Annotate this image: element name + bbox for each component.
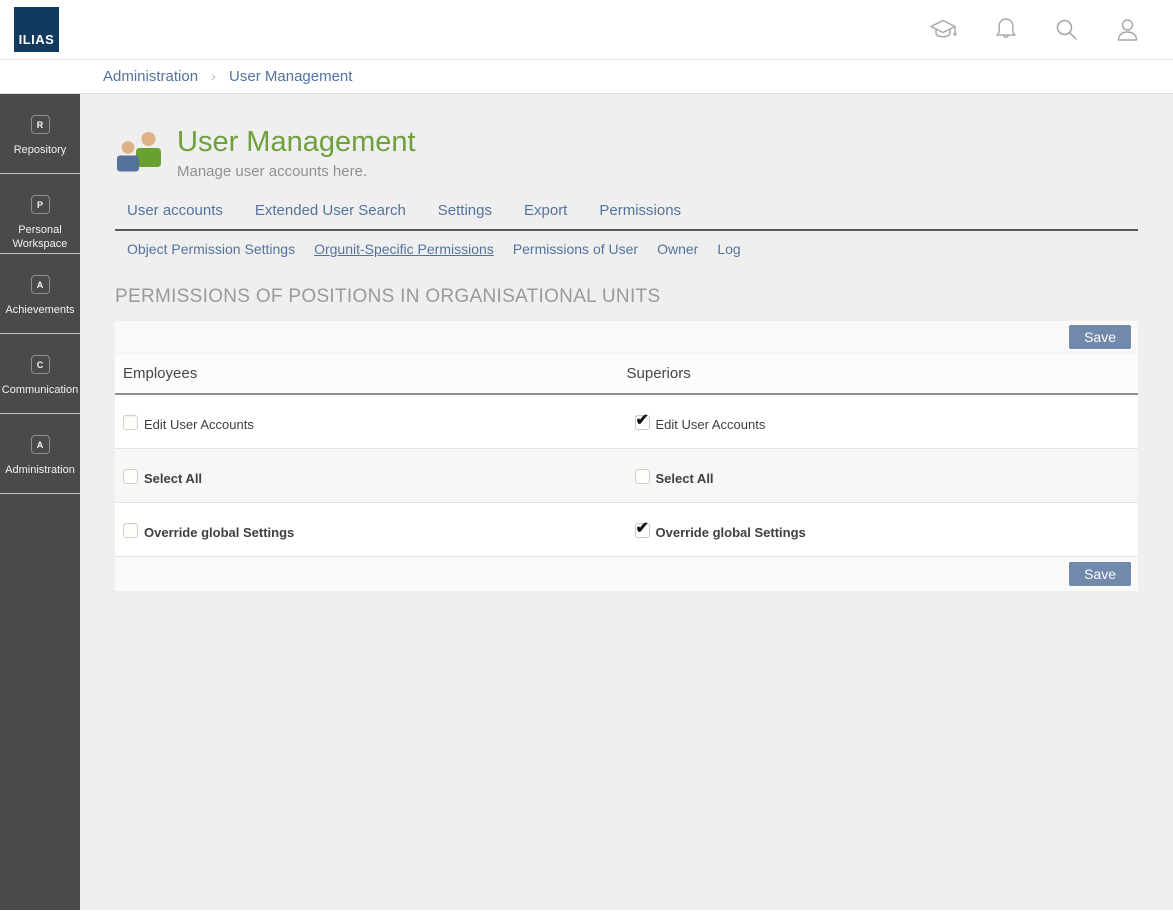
column-header-employees: Employees xyxy=(123,365,627,382)
checkbox-employees-edit-user-accounts[interactable] xyxy=(123,415,138,430)
bell-icon[interactable] xyxy=(994,16,1018,43)
chevron-right-icon: › xyxy=(211,68,216,85)
personal-workspace-icon: P xyxy=(31,195,50,214)
permissions-table: Save Employees Superiors Edit User Accou… xyxy=(115,321,1138,591)
checkbox-superiors-override-global-settings[interactable] xyxy=(635,523,650,538)
breadcrumb: Administration › User Management xyxy=(0,60,1173,94)
page-subtitle: Manage user accounts here. xyxy=(177,163,416,180)
sidebar-item-label: Administration xyxy=(3,463,77,477)
checkbox-employees-select-all[interactable] xyxy=(123,469,138,484)
two-users-icon xyxy=(115,129,165,175)
search-icon[interactable] xyxy=(1054,17,1079,42)
column-header-superiors: Superiors xyxy=(627,365,1131,382)
page-header: User Management Manage user accounts her… xyxy=(115,126,1138,180)
repository-icon: R xyxy=(31,115,50,134)
user-icon[interactable] xyxy=(1115,17,1140,43)
breadcrumb-administration[interactable]: Administration xyxy=(103,68,198,85)
table-row: Select All Select All xyxy=(115,449,1138,503)
sidebar-item-label: Communication xyxy=(0,383,80,397)
tab-user-accounts[interactable]: User accounts xyxy=(127,202,223,219)
tab-settings[interactable]: Settings xyxy=(438,202,492,219)
sidebar: R Repository P Personal Workspace A Achi… xyxy=(0,94,80,910)
sidebar-item-administration[interactable]: A Administration xyxy=(0,414,80,494)
sidebar-item-communication[interactable]: C Communication xyxy=(0,334,80,414)
checkbox-label: Override global Settings xyxy=(144,526,294,539)
checkbox-label: Override global Settings xyxy=(656,526,806,539)
tab-export[interactable]: Export xyxy=(524,202,567,219)
checkbox-employees-override-global-settings[interactable] xyxy=(123,523,138,538)
table-row: Edit User Accounts Edit User Accounts xyxy=(115,395,1138,449)
save-button-top[interactable]: Save xyxy=(1069,325,1131,349)
top-bar: ILIAS xyxy=(0,0,1173,60)
achievements-icon: A xyxy=(31,275,50,294)
page-title: User Management xyxy=(177,126,416,159)
administration-icon: A xyxy=(31,435,50,454)
checkbox-label: Select All xyxy=(144,472,202,485)
table-toolbar-top: Save xyxy=(115,321,1138,354)
tab-extended-user-search[interactable]: Extended User Search xyxy=(255,202,406,219)
sidebar-item-repository[interactable]: R Repository xyxy=(0,94,80,174)
subtab-owner[interactable]: Owner xyxy=(657,241,698,257)
checkbox-label: Edit User Accounts xyxy=(144,418,254,431)
section-title: PERMISSIONS OF POSITIONS IN ORGANISATION… xyxy=(115,286,1138,308)
checkbox-superiors-select-all[interactable] xyxy=(635,469,650,484)
sidebar-item-label: Personal Workspace xyxy=(0,223,80,252)
tab-permissions[interactable]: Permissions xyxy=(599,202,681,219)
ilias-logo[interactable]: ILIAS xyxy=(14,7,59,52)
sidebar-item-label: Repository xyxy=(12,143,69,157)
checkbox-label: Select All xyxy=(656,472,714,485)
table-header-row: Employees Superiors xyxy=(115,354,1138,395)
graduation-cap-icon[interactable] xyxy=(928,17,958,43)
table-row: Override global Settings Override global… xyxy=(115,503,1138,557)
checkbox-superiors-edit-user-accounts[interactable] xyxy=(635,415,650,430)
breadcrumb-user-management[interactable]: User Management xyxy=(229,68,352,85)
communication-icon: C xyxy=(31,355,50,374)
tab-bar: User accounts Extended User Search Setti… xyxy=(115,202,1138,231)
subtab-log[interactable]: Log xyxy=(717,241,740,257)
table-toolbar-bottom: Save xyxy=(115,557,1138,591)
main-content: User Management Manage user accounts her… xyxy=(80,94,1173,910)
save-button-bottom[interactable]: Save xyxy=(1069,562,1131,586)
subtab-object-permission-settings[interactable]: Object Permission Settings xyxy=(127,241,295,257)
sidebar-item-personal-workspace[interactable]: P Personal Workspace xyxy=(0,174,80,254)
subtab-permissions-of-user[interactable]: Permissions of User xyxy=(513,241,638,257)
subtab-bar: Object Permission Settings Orgunit-Speci… xyxy=(115,241,1138,257)
subtab-orgunit-specific-permissions[interactable]: Orgunit-Specific Permissions xyxy=(314,241,494,257)
topbar-icon-group xyxy=(928,16,1140,43)
sidebar-item-achievements[interactable]: A Achievements xyxy=(0,254,80,334)
checkbox-label: Edit User Accounts xyxy=(656,418,766,431)
sidebar-item-label: Achievements xyxy=(3,303,76,317)
